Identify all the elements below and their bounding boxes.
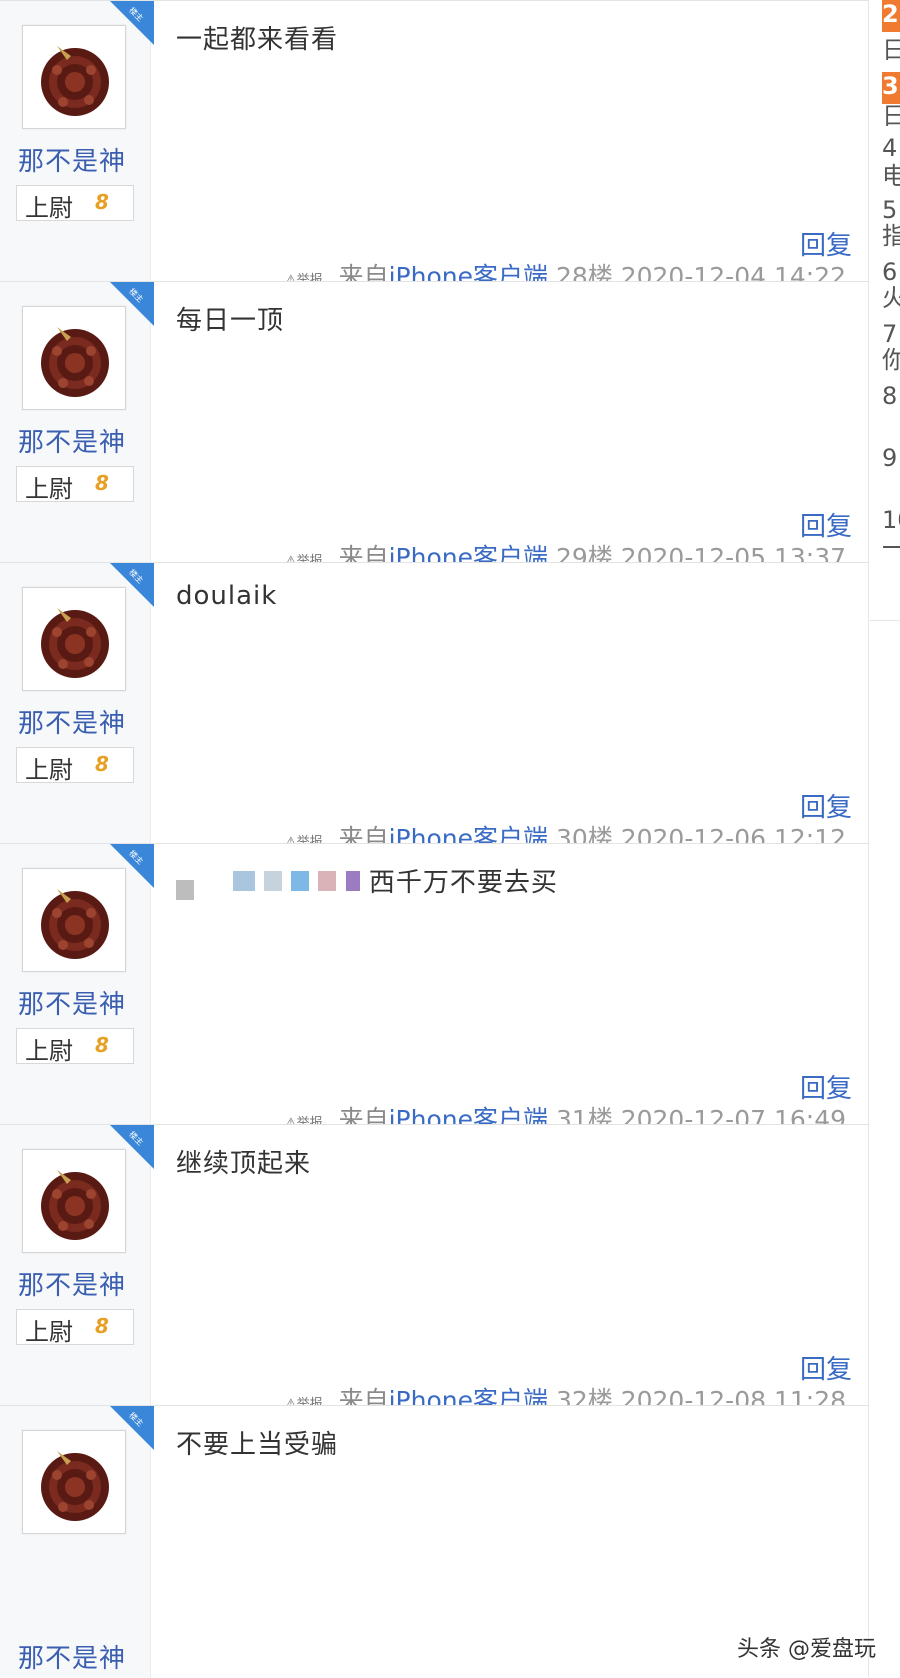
- rank-number: 3: [882, 72, 900, 104]
- rank-char[interactable]: 你: [882, 346, 900, 374]
- redacted-block: [318, 871, 337, 891]
- rank-char[interactable]: 日: [882, 102, 900, 130]
- post-item: 那不是神 上尉 8 楼主 继续顶起来 回复 ⚠举报 来自iPhone客户端 32…: [0, 1124, 868, 1423]
- level-icon: 8: [95, 1314, 109, 1338]
- rank-badge: 上尉 8: [16, 1028, 134, 1065]
- op-corner-badge: 楼主: [110, 1, 154, 45]
- post-content: doulaik: [176, 581, 278, 611]
- rank-badge: 上尉 8: [16, 466, 134, 503]
- post-content: 不要上当受骗: [176, 1430, 339, 1460]
- op-corner-badge: 楼主: [110, 1125, 154, 1169]
- redacted-block: [176, 880, 194, 900]
- post-content: 继续顶起来: [176, 1149, 312, 1179]
- rank-number: 4: [882, 134, 898, 162]
- post-content: 一起都来看看: [176, 25, 339, 55]
- op-corner-badge: 楼主: [110, 282, 154, 326]
- post-content-text: 西千万不要去买: [368, 868, 558, 898]
- rank-label: 上尉: [25, 194, 73, 222]
- author-panel: 那不是神 上尉 8: [0, 1, 151, 299]
- redacted-block: [263, 871, 282, 891]
- rank-number: 8: [882, 382, 898, 410]
- post-content: 西千万不要去买: [176, 862, 558, 900]
- rank-char[interactable]: 日: [882, 36, 900, 64]
- post-content: 每日一顶: [176, 306, 285, 336]
- author-panel: 那不是神 上尉 8: [0, 282, 151, 580]
- level-icon: 8: [95, 752, 109, 776]
- rank-number: 5: [882, 196, 898, 224]
- post-item: 那不是神 上尉 8 楼主 一起都来看看 回复 ⚠举报 来自iPhone客户端 2…: [0, 0, 868, 299]
- level-icon: 8: [95, 1033, 109, 1057]
- op-corner-badge: 楼主: [110, 563, 154, 607]
- rank-badge: 上尉 8: [16, 747, 134, 784]
- rank-number: 10: [882, 506, 900, 534]
- rank-number: 9: [882, 444, 898, 472]
- rank-char[interactable]: 电: [882, 162, 900, 190]
- rank-char[interactable]: 指: [882, 222, 900, 250]
- post-item: 那不是神 上尉 8 楼主 doulaik 回复 ⚠举报 来自iPhone客户端 …: [0, 562, 868, 861]
- hot-topics-sidebar: 2 日 3 日 4 电 5 指 6 火 7 你 8 9 10 一: [870, 0, 900, 621]
- rank-char[interactable]: 一: [882, 534, 900, 562]
- username-link[interactable]: 那不是神: [18, 703, 126, 740]
- username-link[interactable]: 那不是神: [18, 422, 126, 459]
- redacted-block: [291, 871, 310, 891]
- username-link[interactable]: 那不是神: [18, 1638, 126, 1675]
- op-corner-badge: 楼主: [110, 1406, 154, 1450]
- author-panel: 那不是神 上尉 8: [0, 563, 151, 861]
- rank-label: 上尉: [25, 756, 73, 784]
- rank-badge: 上尉 8: [16, 185, 134, 222]
- op-corner-badge: 楼主: [110, 844, 154, 888]
- thread-post-list: 那不是神 上尉 8 楼主 一起都来看看 回复 ⚠举报 来自iPhone客户端 2…: [0, 0, 869, 1678]
- redacted-block: [203, 871, 224, 891]
- rank-label: 上尉: [25, 1318, 73, 1346]
- rank-char[interactable]: 火: [882, 284, 900, 312]
- username-link[interactable]: 那不是神: [18, 141, 126, 178]
- watermark: 头条 @爱盘玩: [737, 1637, 876, 1662]
- username-link[interactable]: 那不是神: [18, 984, 126, 1021]
- username-link[interactable]: 那不是神: [18, 1265, 126, 1302]
- author-panel: 那不是神 上尉 8: [0, 844, 151, 1142]
- redacted-block: [232, 871, 255, 891]
- rank-label: 上尉: [25, 1037, 73, 1065]
- post-item: 那不是神 上尉 8 楼主 西千万不要去买 回复 ⚠举报 来自iPhone客户端 …: [0, 843, 868, 1142]
- rank-badge: 上尉 8: [16, 1309, 134, 1346]
- rank-number: 2: [882, 0, 900, 32]
- redacted-block: [345, 871, 360, 891]
- level-icon: 8: [95, 190, 109, 214]
- author-panel: 那不是神 上尉 8: [0, 1125, 151, 1423]
- rank-number: 6: [882, 258, 898, 286]
- rank-number: 7: [882, 320, 898, 348]
- rank-label: 上尉: [25, 475, 73, 503]
- post-item: 那不是神 上尉 8 楼主 每日一顶 回复 ⚠举报 来自iPhone客户端 29楼…: [0, 281, 868, 580]
- level-icon: 8: [95, 471, 109, 495]
